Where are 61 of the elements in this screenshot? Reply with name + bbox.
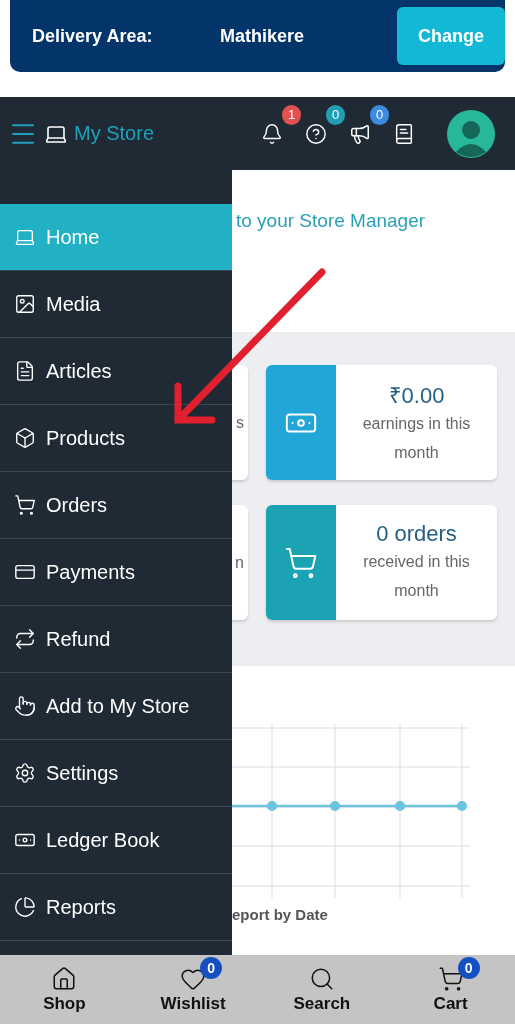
sidebar-item[interactable]: Ledger Book — [0, 807, 232, 874]
sidebar-item[interactable]: Products — [0, 405, 232, 472]
data-point — [330, 801, 340, 811]
welcome-text: to your Store Manager — [236, 210, 426, 231]
sidebar-label: Ledger Book — [46, 828, 160, 852]
sidebar-item[interactable]: Add to My Store — [0, 673, 232, 740]
repeat-icon — [14, 628, 36, 650]
gear-icon — [14, 762, 36, 784]
count-badge: 0 — [370, 104, 389, 125]
stat-caption: earnings in this month — [361, 413, 472, 463]
nav-tab[interactable]: 0 Cart — [386, 955, 515, 1024]
count-badge: 0 — [326, 104, 345, 125]
sidebar-item[interactable]: Articles — [0, 338, 232, 405]
sidebar-item[interactable]: Media — [0, 271, 232, 338]
sidebar-item[interactable]: Refund — [0, 606, 232, 673]
data-point — [267, 801, 277, 811]
chart-title: eport by Date — [232, 906, 328, 923]
sidebar-label: Refund — [46, 627, 111, 651]
stat-caption: n — [235, 553, 244, 572]
sidebar-label: Reports — [46, 895, 117, 919]
sidebar-label: Articles — [46, 359, 112, 383]
store-title: My Store — [74, 122, 155, 145]
data-point — [395, 801, 405, 811]
cart-icon — [284, 545, 318, 580]
pie-chart-icon — [14, 896, 36, 918]
sidebar-label: Home — [46, 225, 100, 249]
count-badge: 0 — [457, 956, 480, 979]
sidebar-label: Add to My Store — [46, 694, 190, 718]
sidebar-item[interactable]: Settings — [0, 740, 232, 807]
sidebar-item[interactable]: Reports — [0, 874, 232, 941]
cart-icon — [437, 965, 464, 992]
delivery-label: Delivery Area: — [32, 25, 154, 47]
sidebar-label: Settings — [46, 761, 119, 785]
nav-tab[interactable]: Shop — [0, 955, 129, 1024]
image-icon — [14, 293, 36, 315]
nav-tab[interactable]: Search — [257, 955, 387, 1024]
sidebar-label: Orders — [46, 493, 108, 517]
stat-value: ₹0.00 — [388, 381, 445, 409]
sidebar-label: Media — [46, 292, 101, 316]
cart-icon — [14, 494, 36, 516]
house-icon — [51, 965, 78, 992]
stat-value: 0 orders — [376, 520, 457, 547]
box-icon — [14, 427, 36, 449]
help-icon[interactable] — [305, 122, 327, 145]
sidebar-label: Products — [46, 426, 125, 450]
sidebar-label: Payments — [46, 560, 135, 584]
data-point — [457, 801, 467, 811]
sidebar-item[interactable]: Payments — [0, 539, 232, 606]
stat-caption: s — [236, 413, 244, 432]
count-badge: 1 — [282, 104, 301, 125]
stat-caption: received in this month — [362, 551, 471, 601]
nav-tab[interactable]: 0 Wishlist — [128, 955, 258, 1024]
book-icon[interactable] — [393, 122, 415, 145]
bell-icon[interactable] — [261, 122, 283, 145]
megaphone-icon[interactable] — [349, 122, 371, 145]
document-icon — [14, 360, 36, 382]
delivery-area: Mathikere — [220, 25, 397, 47]
count-badge: 0 — [200, 956, 223, 979]
sidebar-item[interactable]: Orders — [0, 472, 232, 539]
avatar-icon[interactable] — [447, 109, 495, 158]
hand-pointer-icon — [14, 695, 36, 717]
